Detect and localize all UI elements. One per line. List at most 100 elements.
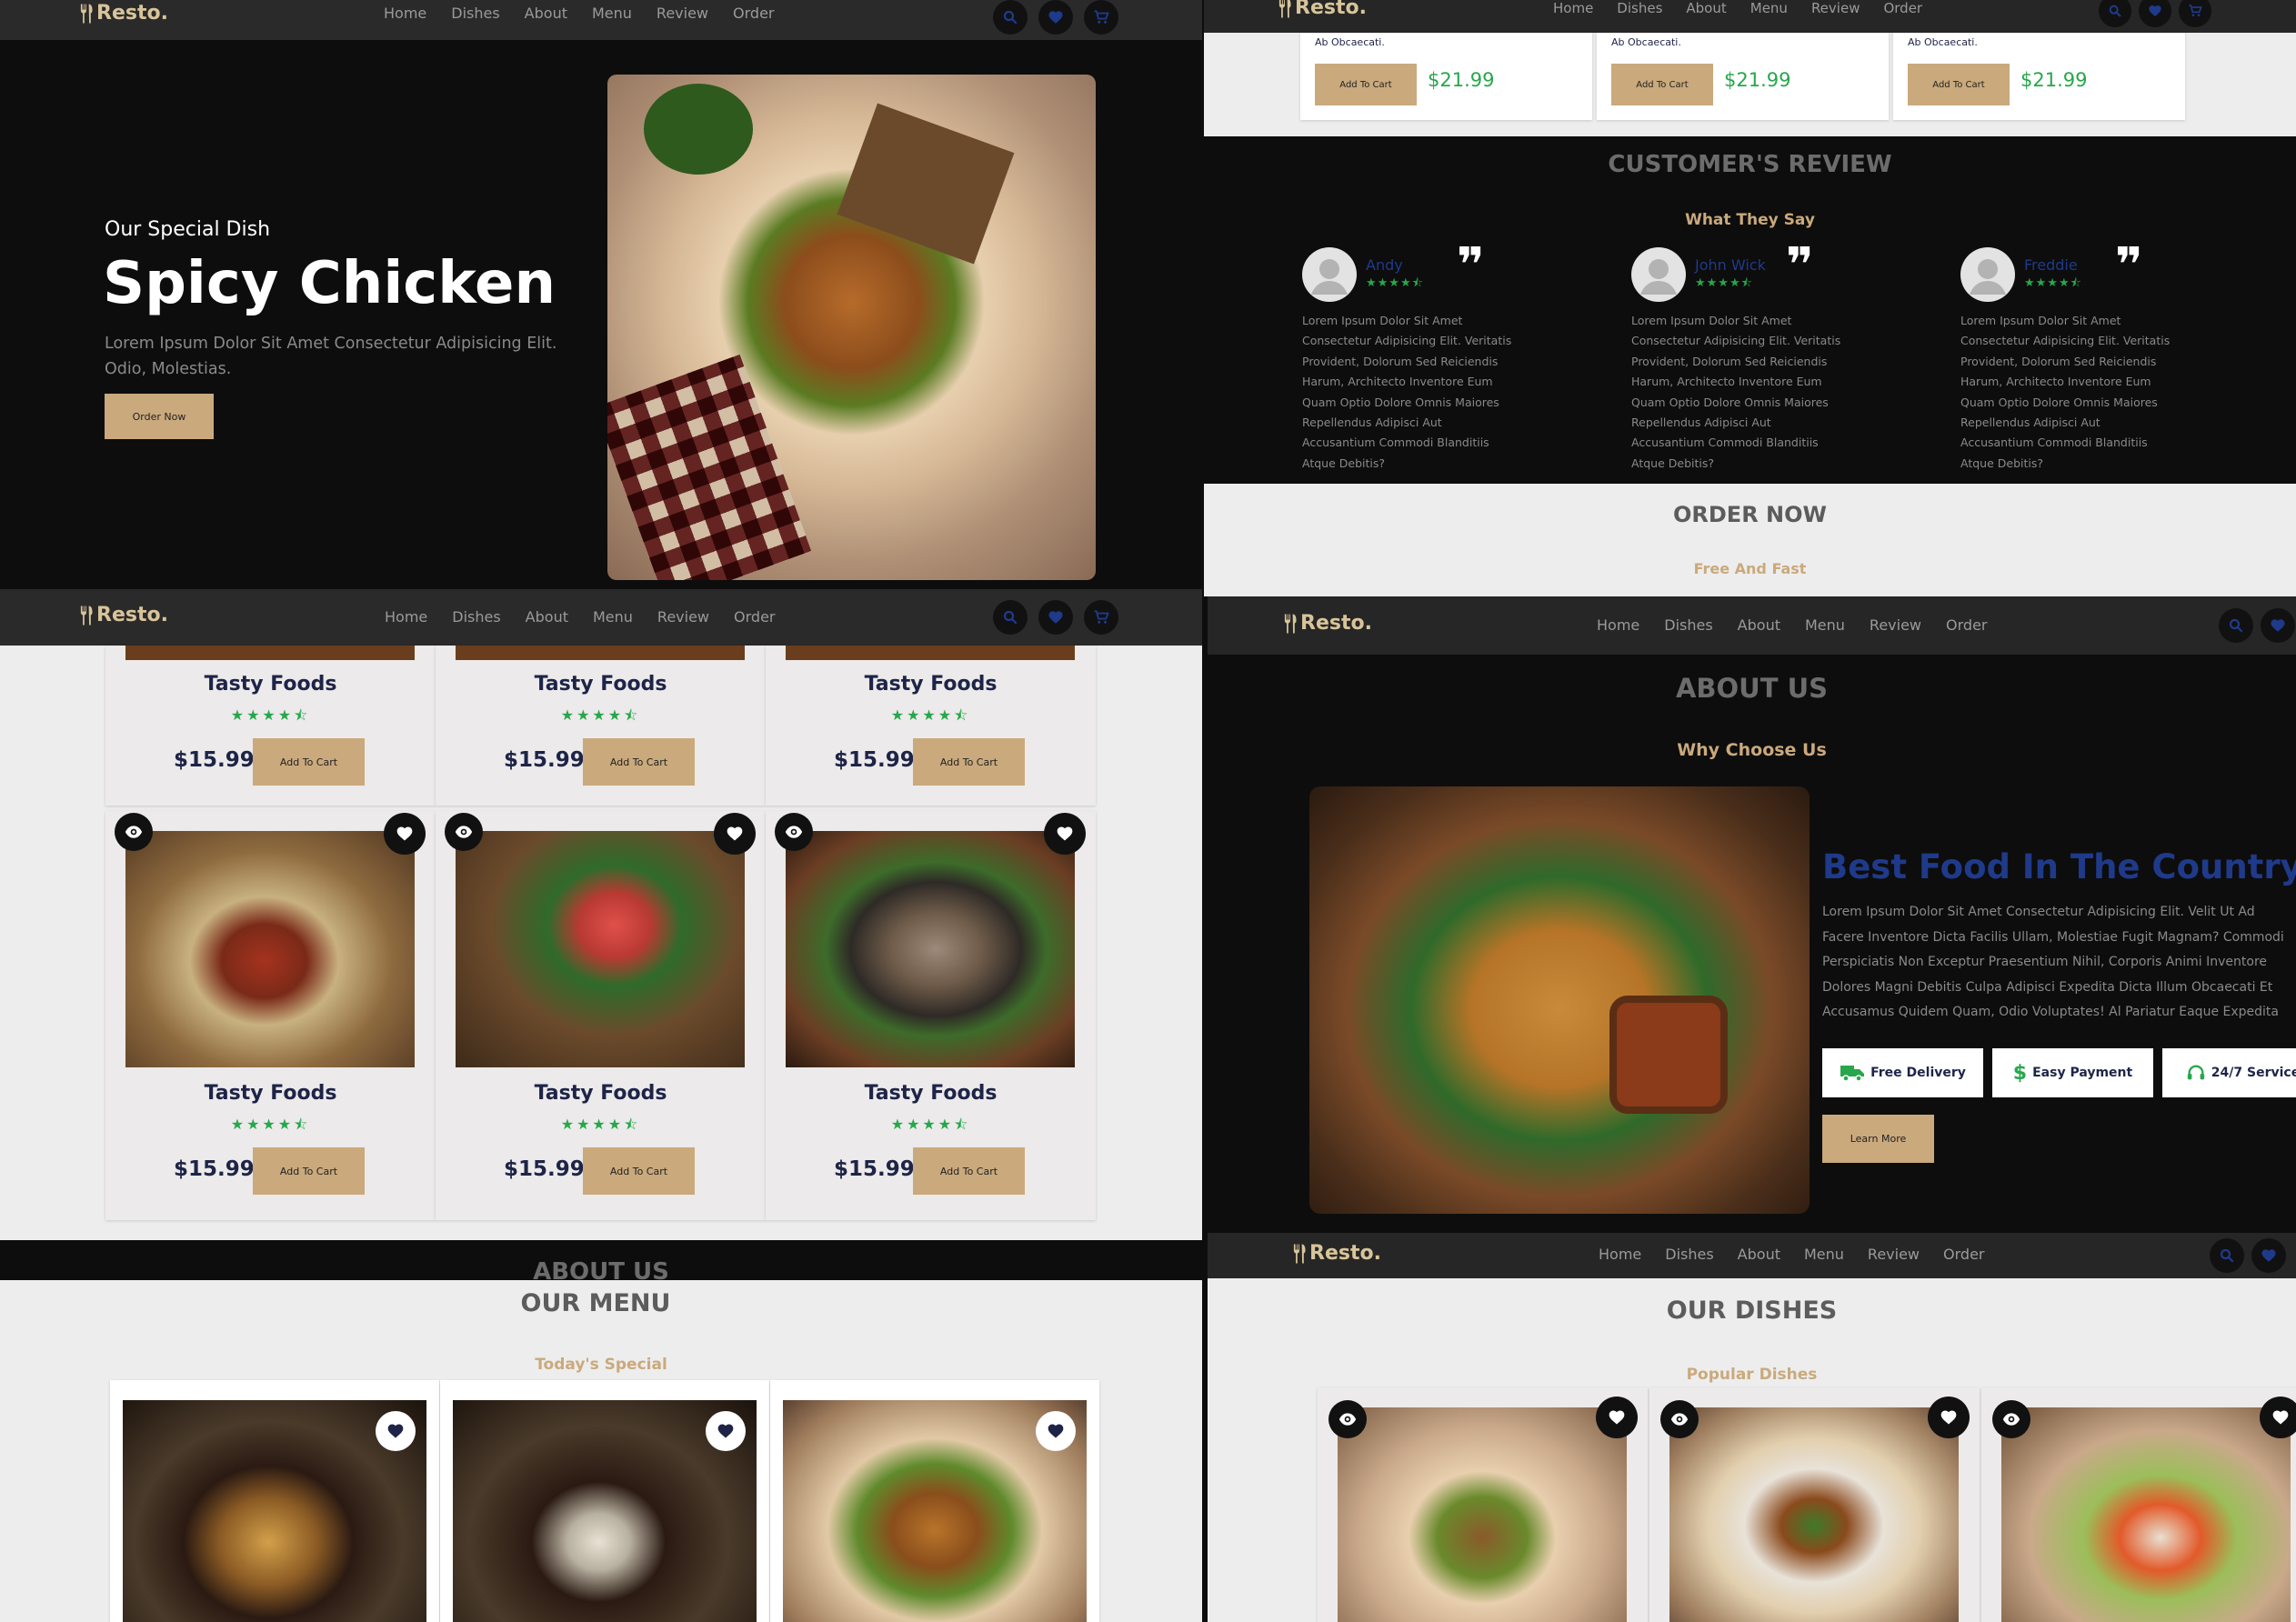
add-to-cart-button[interactable]: Add To Cart xyxy=(1315,64,1417,105)
dish-image xyxy=(456,831,745,1067)
nav-home[interactable]: Home xyxy=(1597,616,1639,634)
search-button[interactable] xyxy=(2219,608,2253,643)
quick-view-button[interactable] xyxy=(445,813,483,851)
favorite-button[interactable] xyxy=(384,813,426,855)
logo[interactable]: Resto. xyxy=(1293,1242,1381,1265)
nav-home[interactable]: Home xyxy=(1599,1246,1641,1263)
rating-stars: ★★★★⯪ xyxy=(1695,276,1753,290)
nav-order[interactable]: Order xyxy=(1943,1246,1984,1263)
favorite-button[interactable] xyxy=(1036,1411,1076,1451)
nav-review[interactable]: Review xyxy=(1868,1246,1920,1263)
heart-icon xyxy=(1048,9,1064,25)
nav-bar: Home Dishes About Menu Review Order xyxy=(384,5,774,22)
nav-order[interactable]: Order xyxy=(734,608,775,626)
nav-review[interactable]: Review xyxy=(1870,616,1921,634)
reviews-panel: Ab Obcaecati. Add To Cart $21.99 Ab Obca… xyxy=(1204,0,2296,596)
favorite-button[interactable] xyxy=(706,1411,746,1451)
add-to-cart-button[interactable]: Add To Cart xyxy=(583,738,695,786)
wishlist-button[interactable] xyxy=(1038,600,1073,635)
search-icon xyxy=(2228,617,2244,634)
nav-menu[interactable]: Menu xyxy=(1750,0,1788,16)
headset-icon xyxy=(2186,1063,2206,1083)
cart-button[interactable] xyxy=(1084,0,1118,35)
cart-button[interactable] xyxy=(2179,0,2211,27)
learn-more-button[interactable]: Learn More xyxy=(1822,1115,1934,1163)
nav-menu[interactable]: Menu xyxy=(592,5,632,22)
hero-kicker: Our Special Dish xyxy=(105,218,271,241)
quick-view-button[interactable] xyxy=(115,813,153,851)
menu-card-price: $21.99 xyxy=(2020,69,2088,91)
feature-label: Free Delivery xyxy=(1870,1066,1966,1080)
wishlist-button[interactable] xyxy=(1038,0,1073,35)
nav-about[interactable]: About xyxy=(526,608,568,626)
wishlist-button[interactable] xyxy=(2261,608,2295,643)
nav-home[interactable]: Home xyxy=(384,5,426,22)
quick-view-button[interactable] xyxy=(1328,1400,1367,1438)
nav-about[interactable]: About xyxy=(525,5,567,22)
order-now-button[interactable]: Order Now xyxy=(105,394,214,439)
add-to-cart-button[interactable]: Add To Cart xyxy=(1611,64,1713,105)
nav-review[interactable]: Review xyxy=(657,5,708,22)
add-to-cart-button[interactable]: Add To Cart xyxy=(253,1147,365,1195)
cart-icon xyxy=(1093,9,1109,25)
add-to-cart-button[interactable]: Add To Cart xyxy=(583,1147,695,1195)
quick-view-button[interactable] xyxy=(775,813,813,851)
nav-review[interactable]: Review xyxy=(657,608,709,626)
nav-dishes[interactable]: Dishes xyxy=(1664,616,1712,634)
favorite-button[interactable] xyxy=(2260,1397,2296,1438)
truck-icon xyxy=(1840,1064,1865,1082)
search-button[interactable] xyxy=(993,0,1028,35)
dish-card: Tasty Foods ★★★★⯪ $15.99 Add To Cart xyxy=(436,811,766,1220)
search-button[interactable] xyxy=(993,600,1028,635)
dish-card: Tasty Foods ★★★★⯪ $15.99 Add To Cart xyxy=(766,646,1096,806)
favorite-button[interactable] xyxy=(1044,813,1086,855)
add-to-cart-button[interactable]: Add To Cart xyxy=(253,738,365,786)
cart-button[interactable] xyxy=(1084,600,1118,635)
nav-order[interactable]: Order xyxy=(733,5,774,22)
logo[interactable]: Resto. xyxy=(1278,0,1367,19)
nav-about[interactable]: About xyxy=(1738,1246,1780,1263)
menu-card-desc: Ab Obcaecati. xyxy=(1611,36,1681,48)
nav-order[interactable]: Order xyxy=(1883,0,1922,16)
search-icon xyxy=(2108,4,2122,18)
nav-about[interactable]: About xyxy=(1738,616,1780,634)
nav-menu[interactable]: Menu xyxy=(593,608,633,626)
header-icons xyxy=(2099,0,2211,27)
nav-about[interactable]: About xyxy=(1686,0,1726,16)
review-card: Andy ★★★★⯪ ❞ Lorem Ipsum Dolor Sit Amet … xyxy=(1300,229,1519,475)
nav-dishes[interactable]: Dishes xyxy=(1617,0,1662,16)
dish-card xyxy=(1981,1387,2296,1622)
dish-card xyxy=(1318,1387,1648,1622)
quick-view-button[interactable] xyxy=(1992,1400,2030,1438)
favorite-button[interactable] xyxy=(1596,1397,1638,1438)
header: Resto. Home Dishes About Menu Review Ord… xyxy=(0,0,1202,40)
nav-dishes[interactable]: Dishes xyxy=(451,5,499,22)
menu-card-price: $21.99 xyxy=(1428,69,1495,91)
nav-menu[interactable]: Menu xyxy=(1805,616,1845,634)
add-to-cart-button[interactable]: Add To Cart xyxy=(913,738,1025,786)
review-title: CUSTOMER'S REVIEW xyxy=(1608,151,1892,178)
favorite-button[interactable] xyxy=(1928,1397,1970,1438)
nav-dishes[interactable]: Dishes xyxy=(1665,1246,1713,1263)
search-button[interactable] xyxy=(2210,1238,2244,1273)
nav-home[interactable]: Home xyxy=(385,608,427,626)
nav-menu[interactable]: Menu xyxy=(1804,1246,1844,1263)
search-button[interactable] xyxy=(2099,0,2131,27)
favorite-button[interactable] xyxy=(714,813,756,855)
nav-home[interactable]: Home xyxy=(1553,0,1593,16)
about-panel: Resto. Home Dishes About Menu Review Ord… xyxy=(1208,596,2296,1233)
add-to-cart-button[interactable]: Add To Cart xyxy=(1908,64,2010,105)
nav-order[interactable]: Order xyxy=(1946,616,1987,634)
logo[interactable]: Resto. xyxy=(80,604,168,626)
quick-view-button[interactable] xyxy=(1660,1400,1699,1438)
quote-icon: ❞ xyxy=(2115,238,2143,293)
logo[interactable]: Resto. xyxy=(80,2,168,25)
wishlist-button[interactable] xyxy=(2251,1238,2286,1273)
dish-name: Tasty Foods xyxy=(864,673,998,696)
wishlist-button[interactable] xyxy=(2139,0,2171,27)
add-to-cart-button[interactable]: Add To Cart xyxy=(913,1147,1025,1195)
favorite-button[interactable] xyxy=(376,1411,416,1451)
logo[interactable]: Resto. xyxy=(1284,612,1372,635)
nav-review[interactable]: Review xyxy=(1811,0,1860,16)
nav-dishes[interactable]: Dishes xyxy=(452,608,500,626)
